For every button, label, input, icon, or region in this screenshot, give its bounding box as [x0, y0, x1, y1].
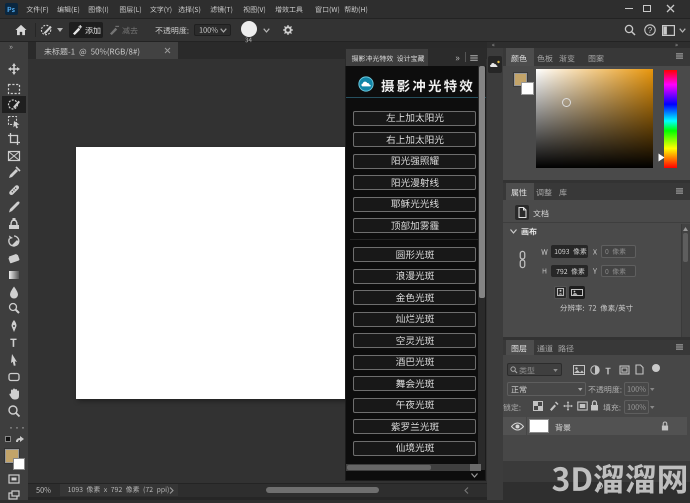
svg-text:?: ? — [648, 26, 653, 35]
